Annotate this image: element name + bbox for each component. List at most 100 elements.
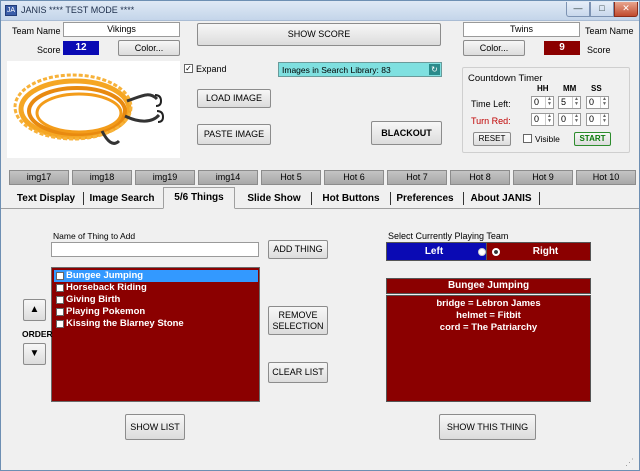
item-checkbox[interactable]: [56, 272, 64, 280]
turn-red-ss-value: 0: [589, 114, 595, 124]
tab-slide-show[interactable]: Slide Show: [241, 190, 307, 207]
expand-checkbox[interactable]: ✓: [184, 64, 193, 73]
list-item[interactable]: Playing Pokemon: [54, 306, 145, 318]
hotkey-6[interactable]: Hot 6: [324, 170, 384, 185]
arrow-up-icon: ▲: [29, 304, 40, 315]
item-checkbox[interactable]: [56, 320, 64, 328]
show-list-button[interactable]: SHOW LIST: [125, 414, 185, 440]
hotkey-9[interactable]: Hot 9: [513, 170, 573, 185]
resize-grip-icon[interactable]: ⋰: [625, 456, 637, 468]
hotkey-2[interactable]: img18: [72, 170, 132, 185]
tab-image-search[interactable]: Image Search: [85, 190, 159, 207]
thing-detail-line: cord = The Patriarchy: [439, 322, 538, 333]
tab-strip-border: [1, 208, 639, 209]
tab-5-6-things[interactable]: 5/6 Things: [163, 187, 235, 209]
tab-separator: [539, 192, 540, 205]
item-checkbox[interactable]: [56, 308, 64, 316]
blackout-button[interactable]: BLACKOUT: [371, 121, 442, 145]
spin-arrows-icon[interactable]: ▲ ▼: [572, 114, 580, 125]
tab-preferences[interactable]: Preferences: [392, 190, 458, 207]
visible-checkbox[interactable]: [523, 134, 532, 143]
maximize-button[interactable]: □: [590, 2, 614, 17]
thing-name-input[interactable]: [51, 242, 259, 257]
thing-detail-panel[interactable]: bridge = Lebron James helmet = Fitbit co…: [386, 295, 591, 402]
list-item-label: Kissing the Blarney Stone: [66, 318, 184, 329]
minimize-button[interactable]: —: [566, 2, 590, 17]
show-this-thing-button[interactable]: SHOW THIS THING: [439, 414, 536, 440]
app-icon: JA: [5, 5, 17, 16]
refresh-icon[interactable]: ↻: [429, 64, 440, 75]
right-team-color-button[interactable]: Color...: [463, 40, 525, 56]
time-left-hh-spinner[interactable]: 0 ▲ ▼: [531, 96, 554, 109]
list-item[interactable]: Bungee Jumping: [54, 270, 258, 282]
hotkey-5[interactable]: Hot 5: [261, 170, 321, 185]
hotkey-1[interactable]: img17: [9, 170, 69, 185]
hotkey-4[interactable]: img14: [198, 170, 258, 185]
window-title: JANIS **** TEST MODE ****: [21, 5, 135, 15]
left-team-name-label: Team Name: [12, 26, 61, 36]
hotkey-8[interactable]: Hot 8: [450, 170, 510, 185]
bungee-cord-image: [13, 73, 165, 145]
turn-red-hh-value: 0: [534, 114, 540, 124]
countdown-title: Countdown Timer: [468, 73, 543, 84]
order-label: ORDER: [22, 329, 53, 339]
tab-separator: [390, 192, 391, 205]
spin-arrows-icon[interactable]: ▲ ▼: [600, 97, 608, 108]
left-team-color-button[interactable]: Color...: [118, 40, 180, 56]
list-item[interactable]: Kissing the Blarney Stone: [54, 318, 184, 330]
playing-team-label: Select Currently Playing Team: [388, 231, 509, 241]
spin-arrows-icon[interactable]: ▲ ▼: [545, 114, 553, 125]
spin-arrows-icon[interactable]: ▲ ▼: [600, 114, 608, 125]
time-left-mm-value: 5: [561, 97, 567, 107]
add-thing-button[interactable]: ADD THING: [268, 240, 328, 259]
start-button[interactable]: START: [574, 132, 611, 146]
load-image-button[interactable]: LOAD IMAGE: [197, 89, 271, 108]
item-checkbox[interactable]: [56, 284, 64, 292]
left-team-score-label: Score: [37, 45, 61, 55]
image-preview: [7, 61, 180, 158]
left-team-select[interactable]: Left: [386, 242, 492, 261]
right-team-name-input[interactable]: Twins: [463, 22, 580, 37]
left-radio-icon[interactable]: [478, 248, 486, 256]
show-score-button[interactable]: SHOW SCORE: [197, 23, 441, 46]
right-team-select-label: Right: [532, 246, 559, 257]
spin-arrows-icon[interactable]: ▲ ▼: [545, 97, 553, 108]
time-left-ss-value: 0: [589, 97, 595, 107]
turn-red-mm-spinner[interactable]: 0 ▲ ▼: [558, 113, 581, 126]
move-down-button[interactable]: ▼: [23, 343, 46, 365]
turn-red-hh-spinner[interactable]: 0 ▲ ▼: [531, 113, 554, 126]
move-up-button[interactable]: ▲: [23, 299, 46, 321]
thing-title: Bungee Jumping: [386, 278, 591, 294]
item-checkbox[interactable]: [56, 296, 64, 304]
left-team-score: 12: [63, 41, 99, 55]
list-item[interactable]: Giving Birth: [54, 294, 120, 306]
turn-red-ss-spinner[interactable]: 0 ▲ ▼: [586, 113, 609, 126]
things-list[interactable]: Bungee Jumping Horseback Riding Giving B…: [51, 267, 260, 402]
reset-button[interactable]: RESET: [473, 132, 511, 146]
spin-arrows-icon[interactable]: ▲ ▼: [572, 97, 580, 108]
list-item-label: Bungee Jumping: [66, 270, 144, 281]
hotkey-3[interactable]: img19: [135, 170, 195, 185]
tab-text-display[interactable]: Text Display: [11, 190, 81, 207]
expand-label: Expand: [196, 64, 227, 74]
search-library-status: Images in Search Library: 83 ↻: [278, 62, 442, 77]
hotkey-7[interactable]: Hot 7: [387, 170, 447, 185]
time-left-ss-spinner[interactable]: 0 ▲ ▼: [586, 96, 609, 109]
hotkey-10[interactable]: Hot 10: [576, 170, 636, 185]
tab-separator: [311, 192, 312, 205]
paste-image-button[interactable]: PASTE IMAGE: [197, 124, 271, 145]
right-team-select[interactable]: Right: [486, 242, 591, 261]
time-left-mm-spinner[interactable]: 5 ▲ ▼: [558, 96, 581, 109]
time-left-label: Time Left:: [471, 99, 511, 109]
clear-list-button[interactable]: CLEAR LIST: [268, 362, 328, 383]
list-item-label: Giving Birth: [66, 294, 121, 305]
remove-selection-button[interactable]: REMOVE SELECTION: [268, 306, 328, 335]
close-button[interactable]: ✕: [614, 2, 638, 17]
left-team-name-input[interactable]: Vikings: [63, 22, 180, 37]
right-team-score-label: Score: [587, 45, 611, 55]
tab-hot-buttons[interactable]: Hot Buttons: [315, 190, 387, 207]
time-left-hh-value: 0: [534, 97, 540, 107]
list-item[interactable]: Horseback Riding: [54, 282, 147, 294]
tab-about-janis[interactable]: About JANIS: [466, 190, 536, 207]
visible-label: Visible: [535, 134, 560, 144]
